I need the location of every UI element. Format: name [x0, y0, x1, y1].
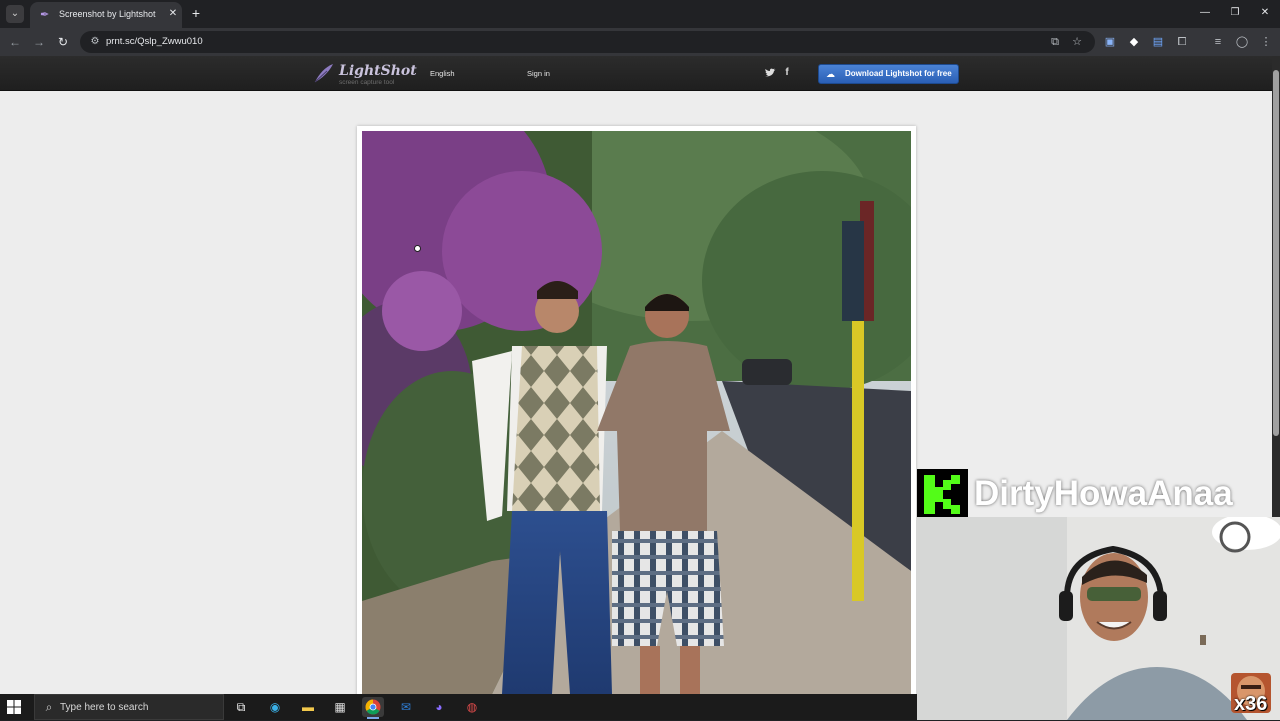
messenger-icon[interactable]: ◕: [428, 697, 450, 717]
screenshot-photo[interactable]: [362, 131, 911, 694]
tab-title: Screenshot by Lightshot: [59, 9, 156, 19]
windows-taskbar: ⌕ Type here to search ⧉ ◉ ▬ ▦ ✉ ◕ ◍: [0, 694, 917, 720]
edge-browser-icon[interactable]: ◉: [264, 697, 286, 717]
forward-button[interactable]: →: [31, 34, 47, 50]
profile-icon[interactable]: ◯: [1234, 34, 1250, 50]
twitter-icon[interactable]: [764, 67, 776, 79]
lightshot-logo-text[interactable]: LightShot: [339, 63, 417, 79]
lightshot-feather-icon: ✒: [40, 9, 50, 21]
search-placeholder: Type here to search: [60, 702, 149, 713]
store-icon[interactable]: ▦: [329, 697, 351, 717]
reload-button[interactable]: ↻: [55, 34, 71, 50]
task-view-icon[interactable]: ⧉: [230, 697, 252, 717]
extensions-puzzle-icon[interactable]: ⧠: [1174, 34, 1190, 50]
reading-list-icon[interactable]: ≡: [1210, 34, 1226, 50]
signin-link[interactable]: Sign in: [527, 69, 550, 78]
kick-logo-icon: [917, 469, 968, 520]
address-bar[interactable]: ⚙ prnt.sc/Qslp_Zwwu010: [80, 31, 1095, 53]
tab-strip: ⌄ ✒ Screenshot by Lightshot ✕ + — ❐ ✕: [0, 0, 1280, 28]
back-button[interactable]: ←: [7, 34, 23, 50]
menu-dots-icon[interactable]: ⋮: [1258, 34, 1274, 50]
scrollbar-thumb[interactable]: [1273, 70, 1279, 436]
url-text[interactable]: prnt.sc/Qslp_Zwwu010: [106, 36, 203, 47]
windows-start-icon[interactable]: [7, 700, 21, 714]
browser-toolbar: ← → ↻ ⚙ prnt.sc/Qslp_Zwwu010 ⧉ ☆ ▣ ◆ ▤ ⧠…: [0, 28, 1280, 56]
lightshot-tagline: screen capture tool: [339, 79, 395, 86]
bookmark-star-icon[interactable]: ☆: [1069, 34, 1085, 50]
lightshot-feather-logo-icon: [314, 64, 333, 83]
download-cloud-icon: ☁: [826, 69, 835, 79]
facebook-icon[interactable]: f: [781, 67, 793, 79]
obs-recorder-icon[interactable]: ◍: [461, 697, 483, 717]
minimize-button[interactable]: —: [1196, 5, 1214, 21]
tab-search-chevron-icon[interactable]: ⌄: [6, 5, 24, 23]
site-info-icon[interactable]: ⚙: [88, 35, 102, 49]
emote-count: x36: [1234, 693, 1268, 715]
search-icon: ⌕: [45, 700, 53, 714]
download-lightshot-button[interactable]: ☁ Download Lightshot for free: [818, 64, 959, 84]
blue-extension-icon[interactable]: ▤: [1150, 34, 1166, 50]
close-window-button[interactable]: ✕: [1256, 5, 1274, 21]
outlook-icon[interactable]: ✉: [395, 697, 417, 717]
mouse-cursor-icon: [414, 245, 421, 252]
new-tab-button[interactable]: +: [188, 5, 204, 21]
lightshot-header: LightShot screen capture tool English Si…: [0, 56, 1272, 91]
install-app-icon[interactable]: ⧉: [1047, 34, 1063, 50]
streamer-name: DirtyHowaAnaa: [974, 474, 1233, 513]
file-explorer-icon[interactable]: ▬: [297, 697, 319, 717]
language-selector[interactable]: English: [430, 69, 455, 78]
translate-extension-icon[interactable]: ▣: [1102, 34, 1118, 50]
tab-close-icon[interactable]: ✕: [166, 7, 180, 21]
diamond-extension-icon[interactable]: ◆: [1126, 34, 1142, 50]
maximize-button[interactable]: ❐: [1226, 5, 1244, 21]
chrome-icon[interactable]: [362, 697, 384, 719]
taskbar-search-box[interactable]: ⌕ Type here to search: [34, 694, 224, 720]
tab-lightshot[interactable]: ✒ Screenshot by Lightshot ✕: [30, 2, 182, 28]
webcam-feed: [917, 517, 1280, 720]
download-button-label: Download Lightshot for free: [845, 69, 952, 78]
